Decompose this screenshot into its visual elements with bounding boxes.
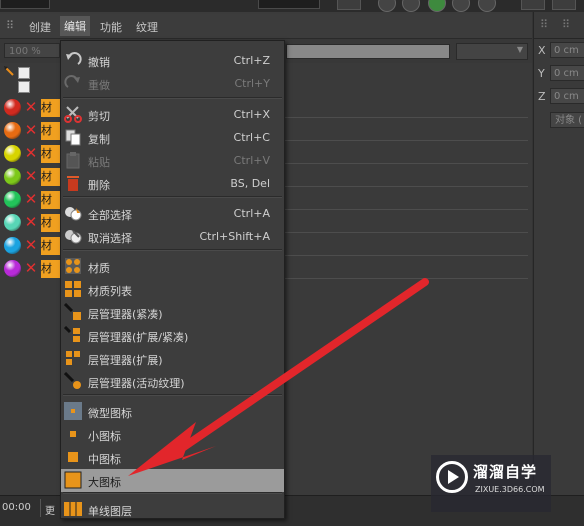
- watermark-url: ZIXUE.3D66.COM: [475, 485, 545, 494]
- watermark: 溜溜自学 ZIXUE.3D66.COM: [431, 455, 551, 512]
- arrow-shaft: [171, 278, 429, 457]
- annotation-arrow: [128, 278, 429, 476]
- watermark-logo-icon: [436, 461, 468, 493]
- watermark-title: 溜溜自学: [473, 463, 538, 481]
